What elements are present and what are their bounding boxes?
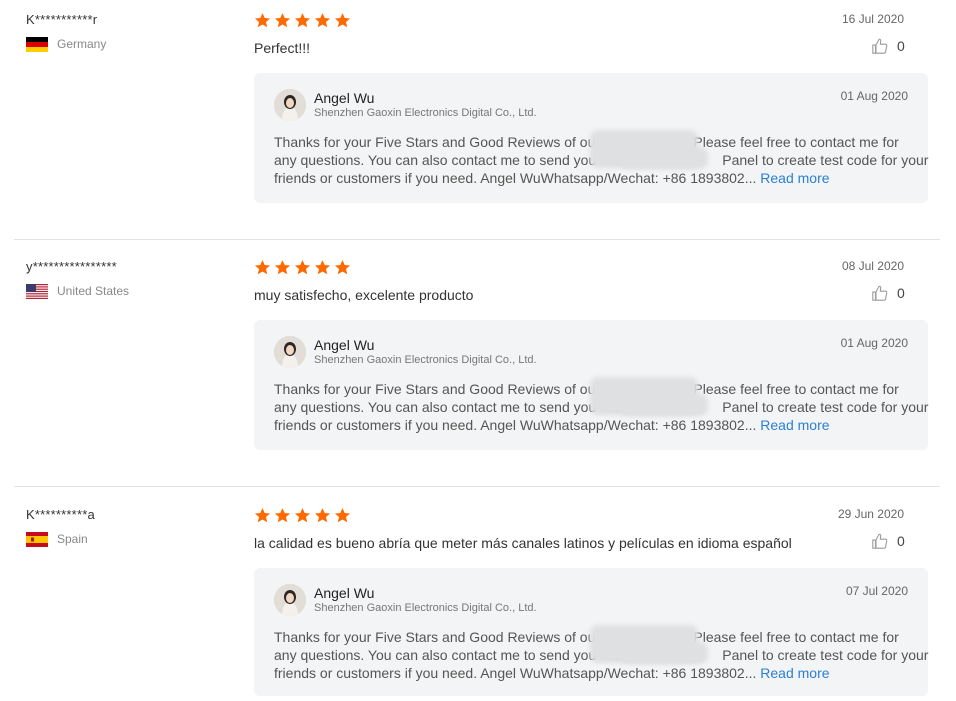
star-icon <box>254 13 271 28</box>
reply-date: 07 Jul 2020 <box>845 584 908 598</box>
seller-company: Shenzhen Gaoxin Electronics Digital Co.,… <box>314 602 537 614</box>
reviewer-country: United States <box>26 283 226 299</box>
like-button[interactable]: 0 <box>871 37 905 55</box>
reply-date: 01 Aug 2020 <box>840 89 908 103</box>
seller-reply: Angel Wu Shenzhen Gaoxin Electronics Dig… <box>254 320 928 450</box>
review-text: muy satisfecho, excelente producto <box>254 287 474 303</box>
seller-name: Angel Wu <box>314 90 375 106</box>
reviewer-country: Spain <box>26 531 226 547</box>
seller-company: Shenzhen Gaoxin Electronics Digital Co.,… <box>314 354 537 366</box>
divider <box>14 239 940 240</box>
thumbs-up-icon <box>872 38 888 54</box>
star-rating <box>254 12 351 29</box>
reply-text: Thanks for your Five Stars and Good Revi… <box>274 625 928 682</box>
seller-reply: Angel Wu Shenzhen Gaoxin Electronics Dig… <box>254 568 928 696</box>
star-icon <box>314 13 331 28</box>
reviewer-country: Germany <box>26 36 226 52</box>
star-icon <box>254 508 271 523</box>
redacted-area <box>620 642 708 664</box>
star-icon <box>334 260 351 275</box>
seller-name: Angel Wu <box>314 337 375 353</box>
country-name: United States <box>57 284 130 298</box>
star-icon <box>294 13 311 28</box>
spain-flag-icon <box>26 531 48 547</box>
united-states-flag-icon <box>26 283 48 299</box>
reviewer-name: K***********r <box>26 12 98 27</box>
like-count: 0 <box>897 533 905 549</box>
thumbs-up-icon <box>872 533 888 549</box>
star-icon <box>274 508 291 523</box>
star-icon <box>274 260 291 275</box>
reply-date: 01 Aug 2020 <box>840 336 908 350</box>
country-name: Spain <box>57 532 88 546</box>
star-icon <box>334 508 351 523</box>
reviewer-info: K***********r Germany <box>26 12 226 52</box>
star-rating <box>254 259 351 276</box>
reviewer-info: y**************** United States <box>26 259 226 299</box>
redacted-area <box>620 147 708 169</box>
divider <box>14 486 940 487</box>
like-button[interactable]: 0 <box>871 532 905 550</box>
redacted-area <box>620 394 708 416</box>
star-icon <box>294 508 311 523</box>
reply-line: friends or customers if you need. Angel … <box>274 170 757 186</box>
like-button[interactable]: 0 <box>871 284 905 302</box>
read-more-link[interactable]: Read more <box>760 665 829 681</box>
star-icon <box>274 13 291 28</box>
review-text: Perfect!!! <box>254 40 311 56</box>
read-more-link[interactable]: Read more <box>760 170 829 186</box>
reviewer-name: K**********a <box>26 507 95 522</box>
star-icon <box>254 260 271 275</box>
country-name: Germany <box>57 37 107 51</box>
like-count: 0 <box>897 285 905 301</box>
thumbs-up-icon <box>872 285 888 301</box>
star-icon <box>294 260 311 275</box>
star-rating <box>254 507 351 524</box>
seller-company: Shenzhen Gaoxin Electronics Digital Co.,… <box>314 107 537 119</box>
review-text: la calidad es bueno abría que meter más … <box>254 535 792 551</box>
reply-line: friends or customers if you need. Angel … <box>274 417 757 433</box>
reviewer-info: K**********a Spain <box>26 507 226 547</box>
reviewer-name: y**************** <box>26 259 117 274</box>
read-more-link[interactable]: Read more <box>760 417 829 433</box>
avatar <box>274 584 306 616</box>
like-count: 0 <box>897 38 905 54</box>
review-date: 08 Jul 2020 <box>841 259 904 273</box>
star-icon <box>314 508 331 523</box>
germany-flag-icon <box>26 36 48 52</box>
seller-reply: Angel Wu Shenzhen Gaoxin Electronics Dig… <box>254 73 928 203</box>
review-date: 16 Jul 2020 <box>841 12 904 26</box>
reply-text: Thanks for your Five Stars and Good Revi… <box>274 130 928 187</box>
reply-line: friends or customers if you need. Angel … <box>274 665 757 681</box>
seller-name: Angel Wu <box>314 585 375 601</box>
star-icon <box>314 260 331 275</box>
star-icon <box>334 13 351 28</box>
avatar <box>274 336 306 368</box>
review-date: 29 Jun 2020 <box>837 507 904 521</box>
avatar <box>274 89 306 121</box>
reply-text: Thanks for your Five Stars and Good Revi… <box>274 377 928 434</box>
